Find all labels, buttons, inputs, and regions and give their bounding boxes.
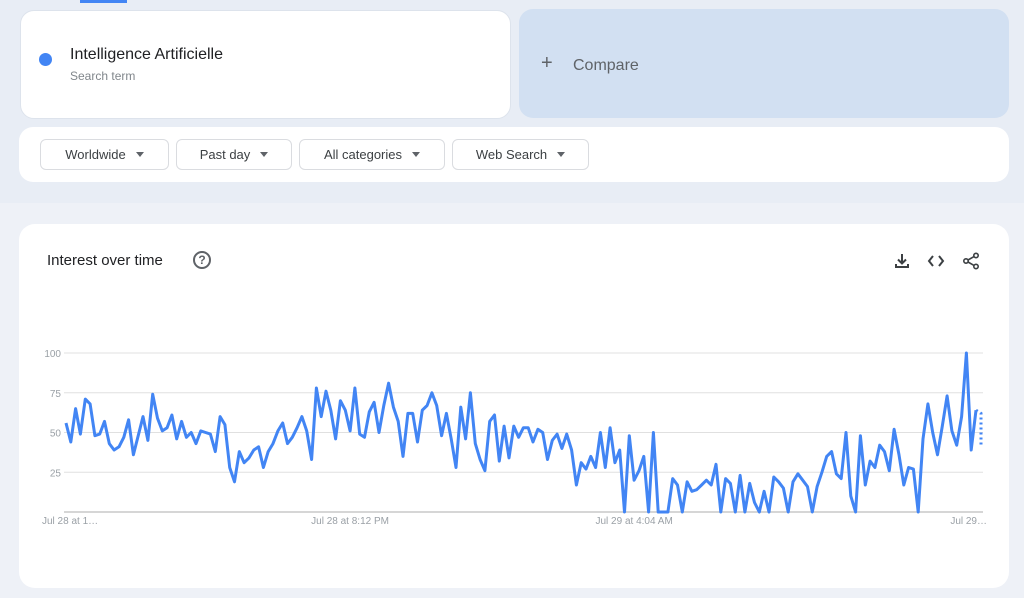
search-term-name[interactable]: Intelligence Artificielle [70,46,223,64]
filter-property-label: Web Search [475,147,548,162]
filter-location-dropdown[interactable]: Worldwide [40,139,169,170]
search-term-card[interactable] [20,10,511,119]
caret-down-icon [412,152,421,157]
filter-category-label: All categories [323,147,403,162]
caret-down-icon [260,152,269,157]
series-color-dot [39,53,52,66]
filter-location-label: Worldwide [65,147,126,162]
caret-down-icon [557,152,566,157]
filter-property-dropdown[interactable]: Web Search [452,139,589,170]
download-icon[interactable] [893,252,911,270]
active-tab-indicator [80,0,127,3]
filter-time-dropdown[interactable]: Past day [176,139,292,170]
interest-over-time-card [19,224,1009,588]
compare-label: Compare [573,57,639,74]
help-icon[interactable]: ? [193,251,211,269]
plus-icon: + [541,52,553,74]
chart-title: Interest over time [47,252,163,269]
caret-down-icon [135,152,144,157]
search-term-subtitle: Search term [70,69,136,83]
share-icon[interactable] [962,252,980,270]
embed-code-icon[interactable] [927,252,945,270]
filter-category-dropdown[interactable]: All categories [299,139,445,170]
filter-time-label: Past day [199,147,251,162]
